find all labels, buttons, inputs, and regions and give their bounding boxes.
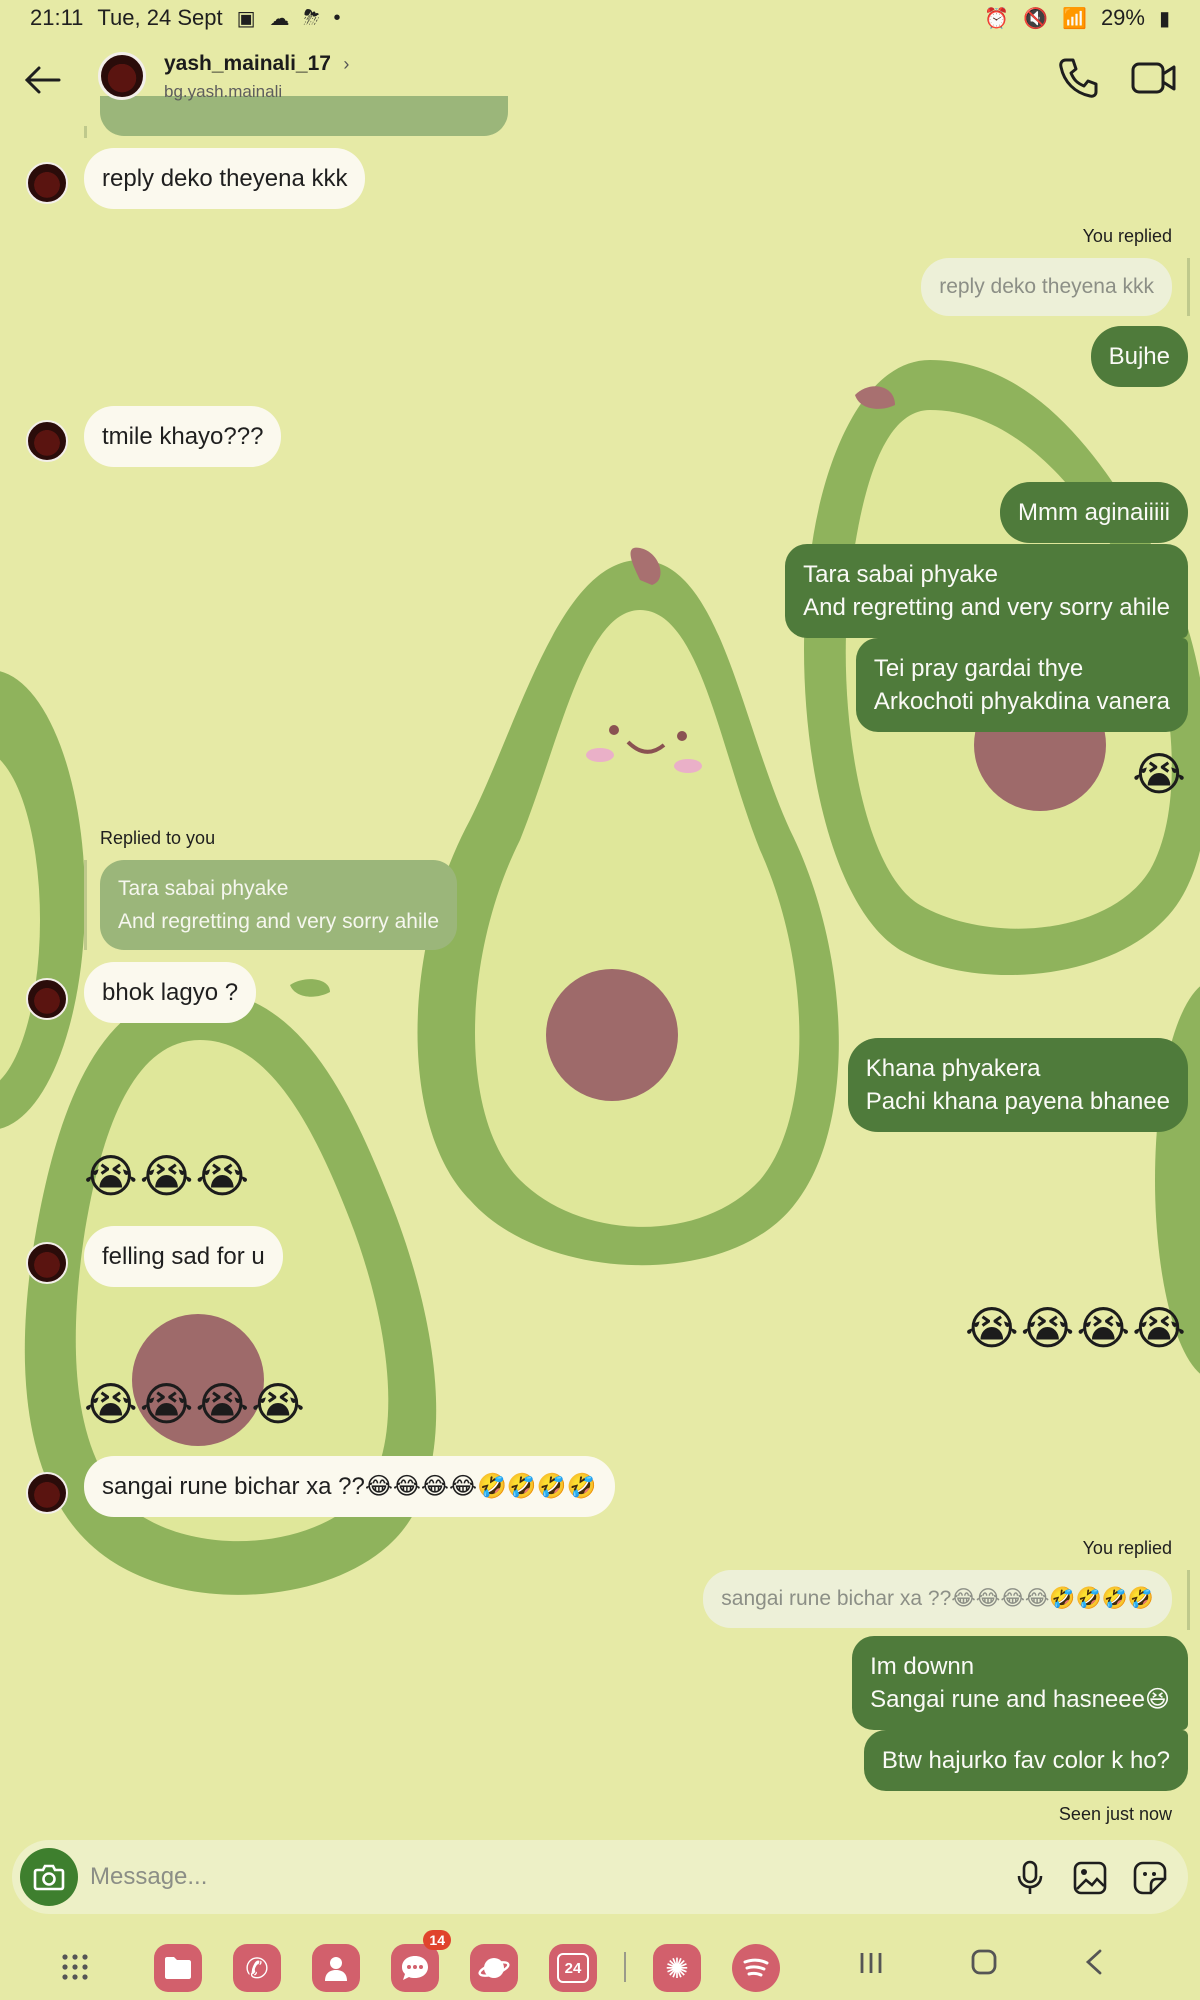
battery-level: 29% xyxy=(1100,5,1145,30)
home-button[interactable] xyxy=(970,1946,998,1985)
more-notifications-icon: • xyxy=(333,6,341,29)
message-bubble-outgoing[interactable]: Khana phyakera Pachi khana payena bhanee xyxy=(847,1038,1188,1132)
chatgpt-app-icon[interactable]: ✺ xyxy=(653,1944,701,1992)
message-bubble-incoming[interactable]: sangai rune bichar xa ??😂😂😂😂🤣🤣🤣🤣 xyxy=(84,1456,615,1517)
reply-line xyxy=(1187,258,1190,316)
message-thread[interactable]: reply deko theyena kkk You replied reply… xyxy=(0,96,1200,1840)
image-icon xyxy=(1073,1861,1107,1895)
weather-icon: ⛈ xyxy=(303,6,320,29)
you-replied-label: You replied xyxy=(1082,1538,1172,1558)
quoted-message[interactable]: reply deko theyena kkk xyxy=(921,258,1172,316)
message-bubble-incoming[interactable]: tmile khayo??? xyxy=(84,406,282,467)
contact-name: yash_mainali_17 xyxy=(164,52,331,75)
voice-message-button[interactable] xyxy=(1010,1858,1050,1898)
calendar-app-icon[interactable]: 24 xyxy=(549,1944,597,1992)
status-time: 21:11 xyxy=(30,5,84,30)
message-bubble-outgoing[interactable]: Btw hajurko fav color k ho? xyxy=(863,1730,1188,1791)
mute-icon: 🔇 xyxy=(1023,7,1049,30)
video-call-button[interactable] xyxy=(1130,56,1178,100)
message-composer xyxy=(12,1840,1188,1914)
arrow-left-icon xyxy=(24,66,61,94)
emoji-message[interactable]: 😭😭😭😭 xyxy=(965,1300,1188,1356)
taskbar: ✆ 14 24 ✺ xyxy=(0,1930,1200,2000)
chat-header: yash_mainali_17 › bg.yash.mainali xyxy=(0,36,1200,126)
emoji-message[interactable]: 😭😭😭 xyxy=(84,1148,251,1204)
notification-badge: 14 xyxy=(423,1930,451,1950)
message-bubble-outgoing[interactable]: Mmm aginaiiiii xyxy=(999,482,1188,543)
voice-call-button[interactable] xyxy=(1056,56,1100,100)
contact-username: bg.yash.mainali xyxy=(164,82,283,101)
you-replied-label: You replied xyxy=(1082,226,1172,246)
sticker-icon xyxy=(1133,1861,1167,1895)
browser-app-icon[interactable] xyxy=(470,1944,518,1992)
emoji-message[interactable]: 😭😭😭😭 xyxy=(84,1376,307,1432)
sender-avatar[interactable] xyxy=(26,978,68,1020)
app-drawer-icon[interactable] xyxy=(60,1952,90,1982)
phone-app-icon[interactable]: ✆ xyxy=(233,1944,281,1992)
camera-icon xyxy=(33,1864,65,1891)
message-bubble-outgoing[interactable]: Im downn Sangai rune and hasneee😆 xyxy=(852,1636,1188,1730)
sender-avatar[interactable] xyxy=(26,1242,68,1284)
status-bar: 21:11 Tue, 24 Sept ▣ ☁ ⛈ • ⏰ 🔇 📶 29% ▮ xyxy=(0,0,1200,36)
emoji-message[interactable]: 😭 xyxy=(1132,746,1188,802)
seen-status: Seen just now xyxy=(1058,1804,1172,1824)
sender-avatar[interactable] xyxy=(26,162,68,204)
message-bubble-incoming[interactable]: bhok lagyo ? xyxy=(84,962,257,1023)
quoted-message[interactable]: Tara sabai phyake And regretting and ver… xyxy=(100,860,457,950)
status-date: Tue, 24 Sept xyxy=(97,5,223,30)
alarm-icon: ⏰ xyxy=(984,7,1010,30)
messages-app-icon[interactable]: 14 xyxy=(391,1930,451,1992)
contact-avatar[interactable] xyxy=(98,52,146,100)
cloud-icon: ☁ xyxy=(269,7,290,30)
message-bubble-outgoing[interactable]: Tara sabai phyake And regretting and ver… xyxy=(785,544,1188,638)
sticker-button[interactable] xyxy=(1130,1858,1170,1898)
replied-to-you-label: Replied to you xyxy=(100,828,216,848)
sender-avatar[interactable] xyxy=(26,420,68,462)
contacts-app-icon[interactable] xyxy=(312,1944,360,1992)
taskbar-divider xyxy=(624,1952,626,1982)
spotify-app-icon[interactable] xyxy=(732,1944,780,1992)
sender-avatar[interactable] xyxy=(26,1472,68,1514)
battery-icon: ▮ xyxy=(1158,7,1170,30)
recent-apps-button[interactable] xyxy=(858,1946,884,1985)
files-app-icon[interactable] xyxy=(154,1944,202,1992)
message-input[interactable] xyxy=(90,1850,970,1904)
reply-line xyxy=(84,860,87,950)
back-button[interactable] xyxy=(20,58,64,102)
message-bubble-incoming[interactable]: reply deko theyena kkk xyxy=(84,148,366,209)
reply-line xyxy=(1187,1570,1190,1630)
message-bubble-incoming[interactable]: felling sad for u xyxy=(84,1226,283,1287)
chevron-right-icon: › xyxy=(343,54,350,74)
phone-icon xyxy=(1059,58,1098,98)
message-bubble-outgoing[interactable]: Bujhe xyxy=(1090,326,1188,387)
camera-button[interactable] xyxy=(20,1848,78,1906)
quoted-message[interactable]: sangai rune bichar xa ??😂😂😂😂🤣🤣🤣🤣 xyxy=(703,1570,1172,1628)
contact-info[interactable]: yash_mainali_17 › bg.yash.mainali xyxy=(164,52,349,102)
back-nav-button[interactable] xyxy=(1084,1946,1104,1985)
microphone-icon xyxy=(1017,1860,1043,1894)
video-camera-icon xyxy=(1131,62,1176,94)
message-bubble-outgoing[interactable]: Tei pray gardai thye Arkochoti phyakdina… xyxy=(855,638,1188,732)
signal-icon: 📶 xyxy=(1062,7,1087,30)
gallery-notification-icon: ▣ xyxy=(236,7,256,30)
gallery-button[interactable] xyxy=(1070,1858,1110,1898)
reply-line xyxy=(84,126,87,138)
